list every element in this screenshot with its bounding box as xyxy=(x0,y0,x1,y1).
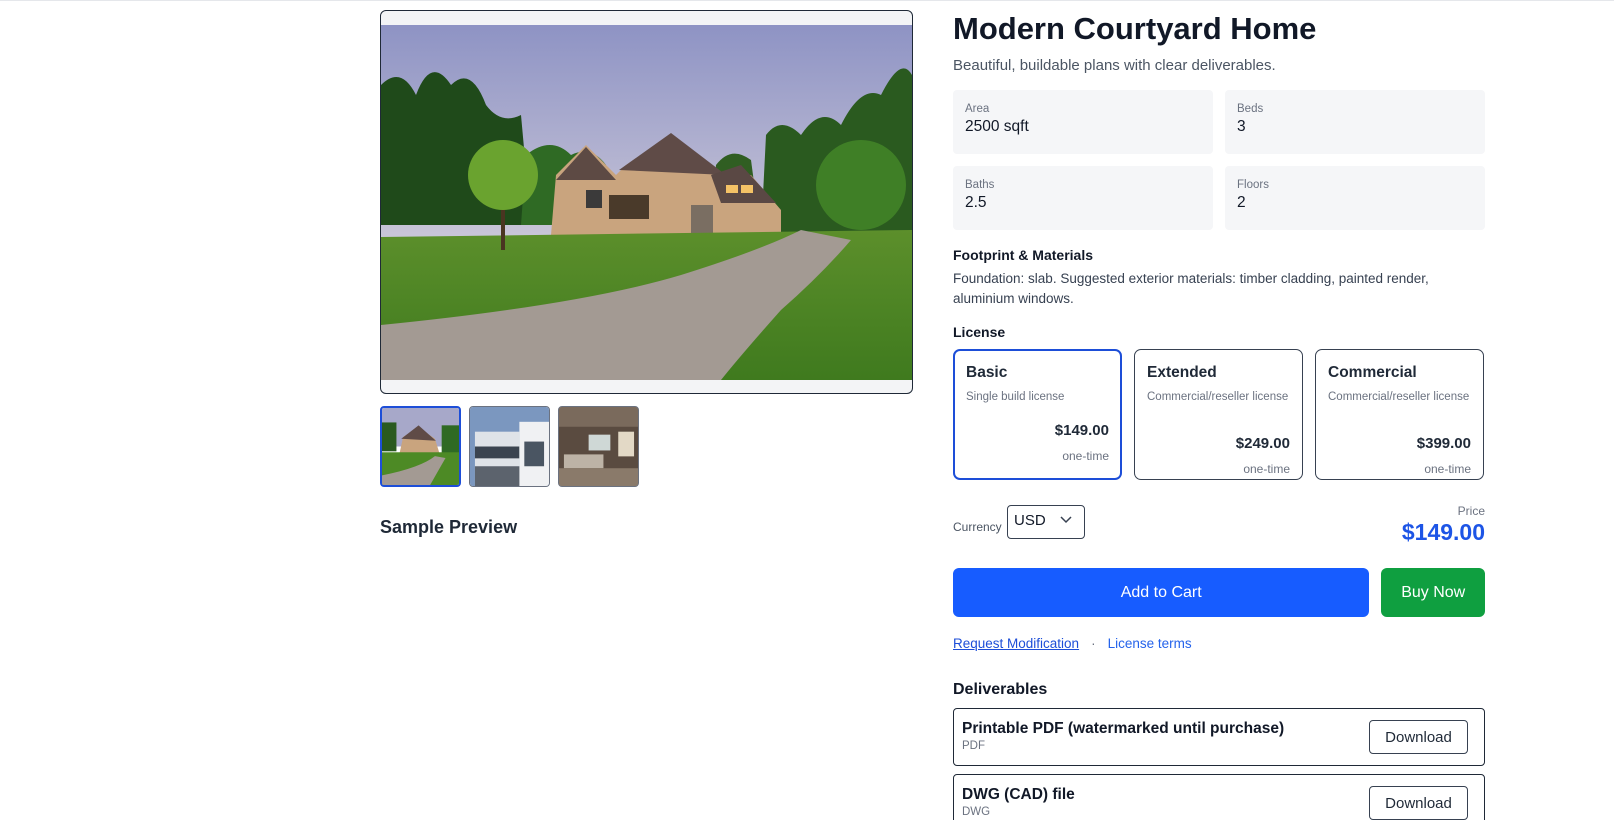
price-value: $149.00 xyxy=(1401,519,1485,545)
main-photo[interactable] xyxy=(380,10,913,394)
download-button[interactable]: Download xyxy=(1369,720,1468,754)
deliverable-item: DWG (CAD) file DWG Download xyxy=(953,774,1485,820)
product-tagline: Beautiful, buildable plans with clear de… xyxy=(953,57,1276,74)
license-option-commercial[interactable]: Commercial Commercial/reseller license $… xyxy=(1315,349,1484,480)
download-button[interactable]: Download xyxy=(1369,786,1468,820)
spec-value: 3 xyxy=(1237,118,1246,135)
deliverable-item: Printable PDF (watermarked until purchas… xyxy=(953,708,1485,766)
license-description: Single build license xyxy=(966,391,1065,403)
spec-label: Floors xyxy=(1237,179,1269,191)
license-price: $149.00 xyxy=(1054,422,1109,439)
license-terms-link[interactable]: License terms xyxy=(1108,636,1192,651)
footprint-description: Foundation: slab. Suggested exterior mat… xyxy=(953,271,1429,306)
license-price: $249.00 xyxy=(1235,435,1290,452)
license-description: Commercial/reseller license xyxy=(1147,391,1289,403)
license-option-extended[interactable]: Extended Commercial/reseller license $24… xyxy=(1134,349,1303,480)
link-separator: · xyxy=(1091,636,1096,651)
license-billing: one-time xyxy=(1424,462,1471,476)
thumbnail-modern-facade[interactable] xyxy=(469,406,550,487)
license-billing: one-time xyxy=(1062,449,1109,463)
spec-beds: Beds 3 xyxy=(1225,90,1485,154)
sample-preview-heading: Sample Preview xyxy=(380,517,518,537)
license-name: Commercial xyxy=(1328,364,1417,381)
footprint-heading: Footprint & Materials xyxy=(953,247,1094,263)
page-title: Modern Courtyard Home xyxy=(953,11,1317,46)
top-divider xyxy=(0,0,1614,1)
license-billing: one-time xyxy=(1243,462,1290,476)
image-gallery: Sample Preview xyxy=(380,10,913,538)
license-option-basic[interactable]: Basic Single build license $149.00 one-t… xyxy=(953,349,1122,480)
price-label: Price xyxy=(1457,504,1485,518)
spec-label: Beds xyxy=(1237,103,1264,115)
spec-label: Area xyxy=(965,103,990,115)
currency-select[interactable]: USD xyxy=(1007,505,1085,539)
license-description: Commercial/reseller license xyxy=(1328,391,1470,403)
chevron-down-icon xyxy=(1060,516,1072,524)
product-details: Modern Courtyard Home Beautiful, buildab… xyxy=(953,10,1485,820)
spec-value: 2500 sqft xyxy=(965,118,1029,135)
thumbnail-strip xyxy=(380,406,913,487)
spec-label: Baths xyxy=(965,179,995,191)
license-name: Extended xyxy=(1147,364,1217,381)
buy-now-button[interactable]: Buy Now xyxy=(1381,568,1485,617)
thumbnail-house-exterior[interactable] xyxy=(380,406,461,487)
license-name: Basic xyxy=(966,364,1008,381)
spec-value: 2 xyxy=(1237,194,1246,211)
deliverables-heading: Deliverables xyxy=(953,681,1048,698)
license-options: Basic Single build license $149.00 one-t… xyxy=(953,349,1485,480)
request-modification-link[interactable]: Request Modification xyxy=(953,636,1079,651)
spec-area: Area 2500 sqft xyxy=(953,90,1213,154)
spec-value: 2.5 xyxy=(965,194,987,211)
price-row: Currency USD Price $149.00 xyxy=(953,504,1485,546)
currency-label: Currency xyxy=(953,520,1002,534)
thumbnail-living-room[interactable] xyxy=(558,406,639,487)
secondary-links: Request Modification · License terms xyxy=(953,636,1485,651)
add-to-cart-button[interactable]: Add to Cart xyxy=(953,568,1370,617)
spec-grid: Area 2500 sqft Beds 3 Baths 2.5 Floors 2 xyxy=(953,90,1485,230)
license-price: $399.00 xyxy=(1416,435,1471,452)
spec-baths: Baths 2.5 xyxy=(953,166,1213,230)
license-heading: License xyxy=(953,324,1006,340)
house-photo xyxy=(381,25,912,380)
currency-value: USD xyxy=(1014,512,1046,529)
spec-floors: Floors 2 xyxy=(1225,166,1485,230)
purchase-actions: Add to Cart Buy Now xyxy=(953,568,1485,617)
